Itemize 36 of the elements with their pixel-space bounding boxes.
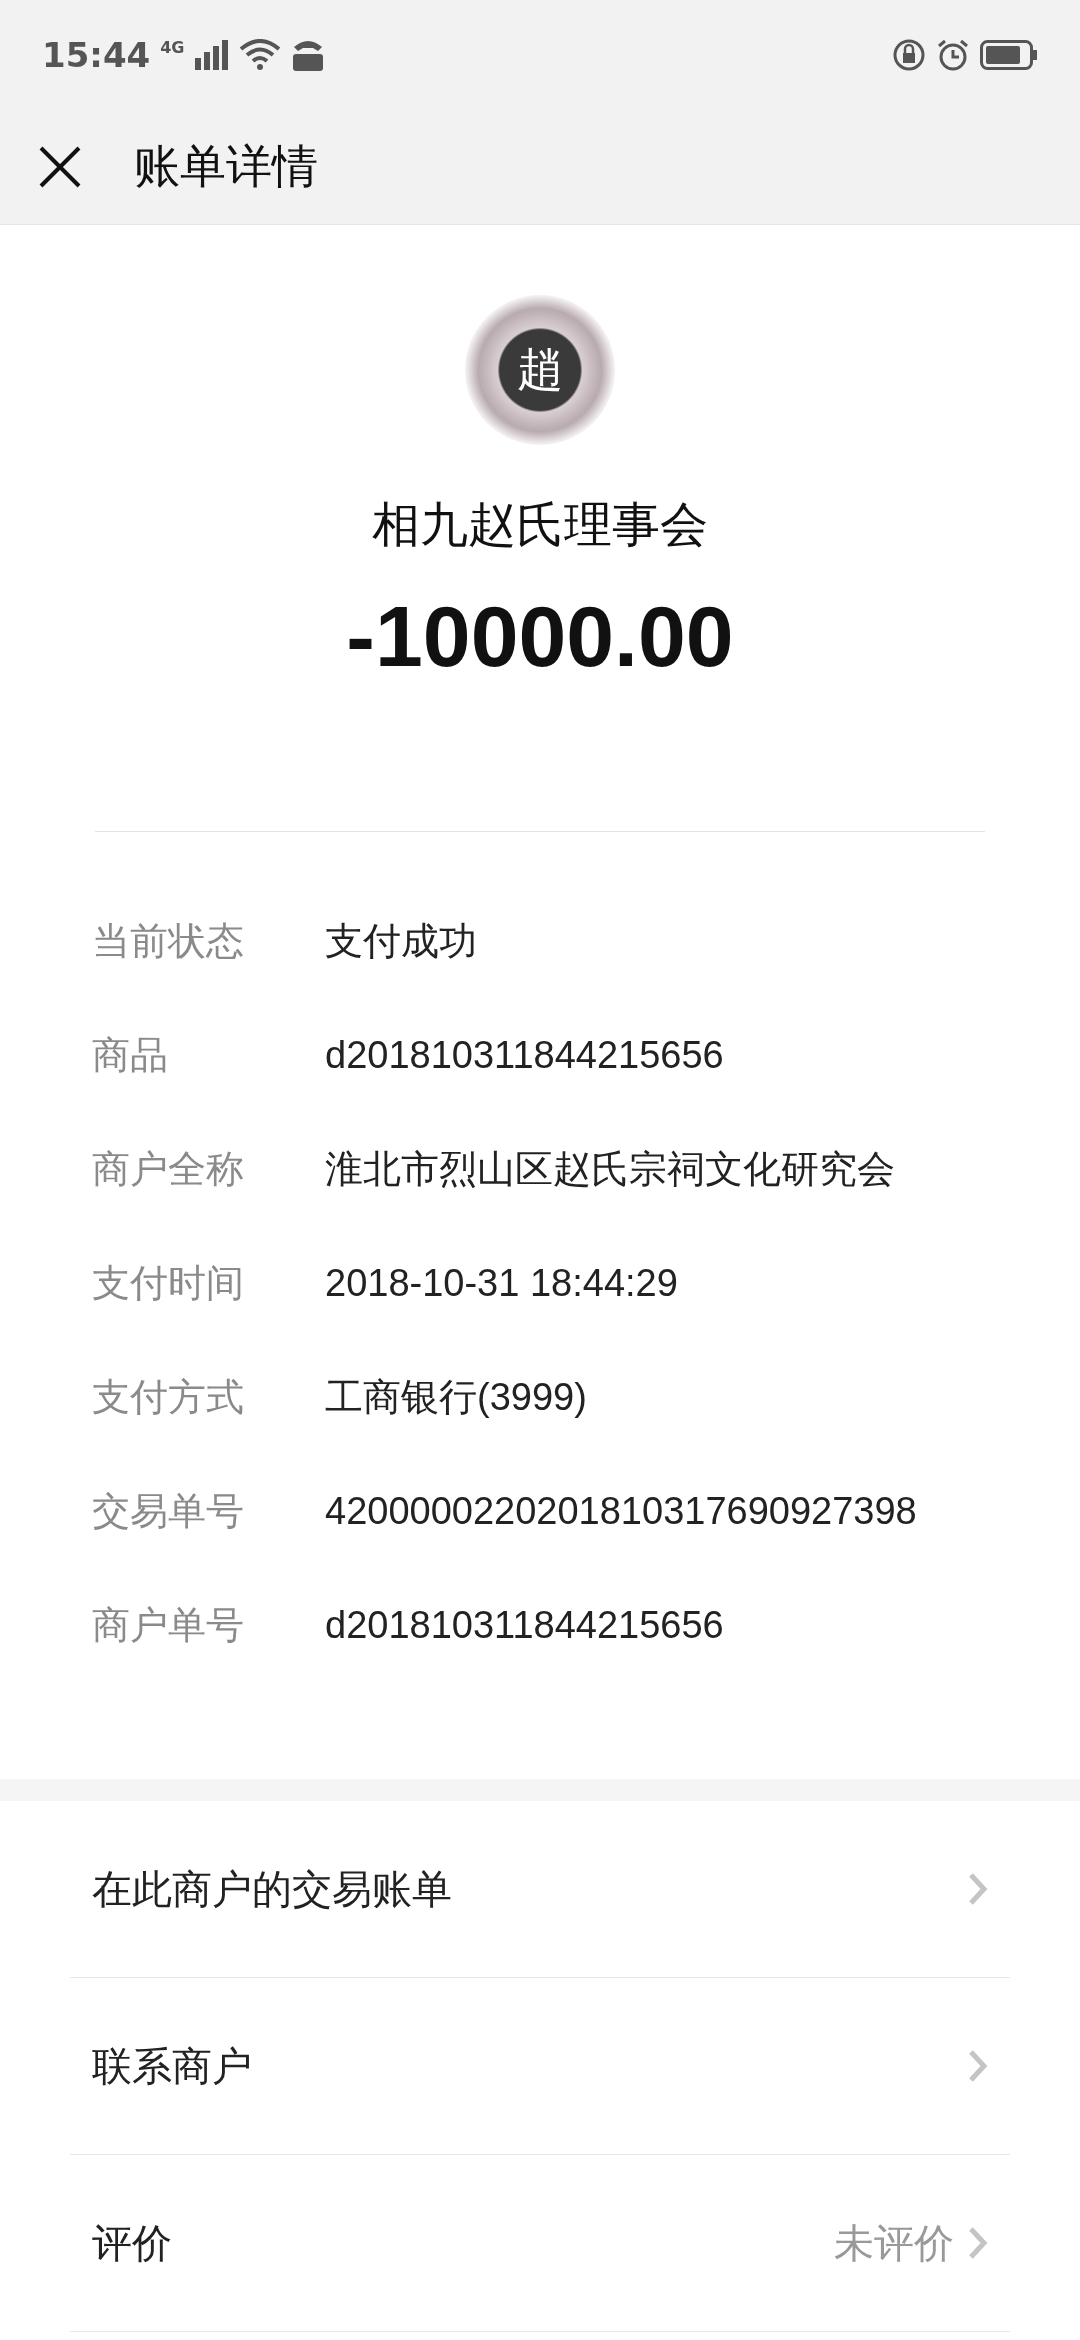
menu-row[interactable]: 评价 未评价	[70, 2155, 1010, 2332]
detail-label: 交易单号	[92, 1487, 245, 1535]
merchant-name: 相九赵氏理事会	[372, 495, 708, 554]
payment-amount: -10000.00	[346, 587, 734, 686]
detail-value: 淮北市烈山区赵氏宗祠文化研究会	[325, 1146, 895, 1192]
chevron-icon	[968, 2226, 988, 2260]
detail-value: 2018-10-31 18:44:29	[325, 1261, 678, 1305]
close-icon[interactable]	[38, 145, 82, 189]
rotation-lock-icon	[892, 38, 926, 72]
detail-label: 支付时间	[92, 1259, 245, 1307]
detail-value: 支付成功	[325, 918, 477, 964]
detail-value: 4200000220201810317690927398	[325, 1489, 917, 1533]
detail-label: 商户全称	[92, 1145, 245, 1193]
chevron-icon	[968, 1872, 988, 1906]
menu-value: 未评价	[834, 2218, 954, 2268]
detail-label: 商品	[92, 1031, 169, 1079]
menu-label: 联系商户	[92, 2041, 253, 2091]
wifi-icon	[238, 39, 281, 71]
detail-value: d201810311844215656	[325, 1033, 724, 1077]
network-type: 4G	[160, 38, 185, 57]
detail-label: 商户单号	[92, 1601, 245, 1649]
alarm-icon	[936, 38, 970, 72]
menu-row[interactable]: 联系商户	[70, 1978, 1010, 2155]
page-title: 账单详情	[134, 138, 318, 195]
detail-label: 支付方式	[92, 1373, 245, 1421]
menu-row[interactable]: 在此商户的交易账单	[70, 1801, 1010, 1978]
battery-icon	[980, 40, 1038, 70]
detail-value: d201810311844215656	[325, 1603, 724, 1647]
signal-icon	[194, 40, 229, 70]
status-time: 15:44	[42, 35, 151, 75]
logo-character: 趙	[517, 341, 563, 398]
detail-value: 工商银行(3999)	[325, 1374, 587, 1420]
detail-label: 当前状态	[92, 917, 245, 965]
chevron-icon	[968, 2049, 988, 2083]
menu-label: 评价	[92, 2218, 173, 2268]
menu-label: 在此商户的交易账单	[92, 1864, 453, 1914]
